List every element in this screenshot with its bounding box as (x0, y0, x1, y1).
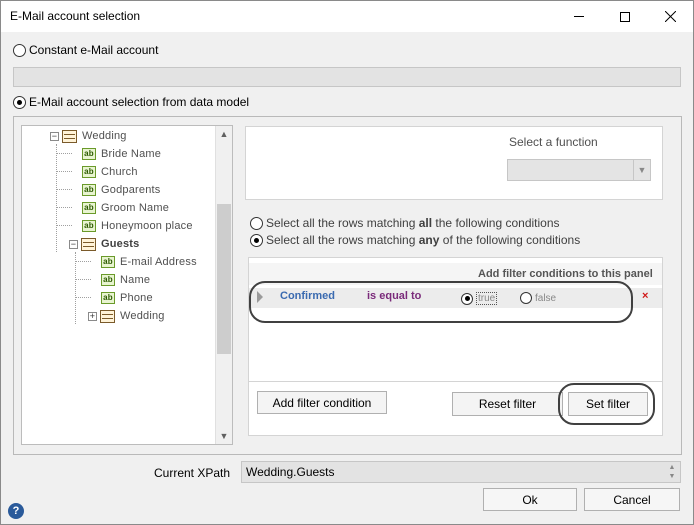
tree-item-name[interactable]: ab Name (101, 271, 150, 289)
tree-guide-line (56, 153, 72, 154)
tree-item-email-address[interactable]: ab E-mail Address (101, 253, 197, 271)
tree-item-label: Guests (101, 238, 140, 250)
table-icon (62, 129, 77, 143)
tree-item-label: Church (101, 166, 138, 178)
tree-guide-line (75, 279, 91, 280)
match-all-text-end: the following conditions (432, 216, 560, 230)
table-icon (81, 237, 96, 251)
ab-field-icon: ab (82, 220, 96, 232)
match-any-text: Select all the rows matching (266, 233, 419, 247)
chevron-down-icon[interactable]: ▼ (633, 160, 650, 180)
tree-item-bride-name[interactable]: ab Bride Name (82, 145, 161, 163)
ab-field-icon: ab (101, 292, 115, 304)
reset-filter-button[interactable]: Reset filter (452, 392, 563, 416)
constant-account-label: Constant e-Mail account (29, 43, 159, 57)
tree-guide-line (75, 252, 76, 324)
expand-icon[interactable]: + (88, 311, 97, 321)
tree-item-groom-name[interactable]: ab Groom Name (82, 199, 169, 217)
tree-guide-line (56, 171, 72, 172)
match-all-keyword: all (418, 216, 433, 230)
tree-guide-line (56, 189, 72, 190)
scroll-thumb[interactable] (217, 204, 231, 354)
maximize-icon (620, 11, 630, 22)
data-model-tree[interactable]: − Wedding ab Bride Name ab Church ab God… (21, 125, 233, 445)
match-any-radio[interactable]: Select all the rows matching any of the … (250, 233, 580, 247)
match-all-text: Select all the rows matching (266, 216, 419, 230)
set-filter-highlight-oval (558, 383, 655, 425)
tree-item-phone[interactable]: ab Phone (101, 289, 153, 307)
tree-guide-line (56, 144, 57, 252)
tree-item-label: Name (120, 274, 151, 286)
match-any-keyword: any (418, 233, 440, 247)
tree-item-label: Honeymoon place (101, 220, 193, 232)
table-icon (100, 309, 115, 323)
maximize-button[interactable] (602, 1, 648, 32)
ab-field-icon: ab (82, 202, 96, 214)
match-all-label: Select all the rows matching all the fol… (266, 216, 560, 230)
constant-account-input[interactable] (13, 67, 681, 87)
filter-panel-header: Add filter conditions to this panel (478, 268, 653, 280)
tree-scrollbar[interactable]: ▲ ▼ (215, 126, 232, 444)
match-any-text-end: of the following conditions (439, 233, 581, 247)
tree-item-wedding-nested[interactable]: + Wedding (88, 307, 165, 325)
ab-field-icon: ab (101, 274, 115, 286)
xpath-field[interactable]: Wedding.Guests ▲ ▼ (241, 461, 681, 483)
tree-guide-line (75, 297, 91, 298)
minimize-button[interactable] (556, 1, 602, 32)
tree-guide-line (56, 225, 72, 226)
tree-item-godparents[interactable]: ab Godparents (82, 181, 160, 199)
tree-item-label: E-mail Address (120, 256, 197, 268)
constant-account-radio-circle[interactable] (13, 43, 26, 57)
from-model-radio-circle[interactable] (13, 95, 26, 109)
window-title: E-Mail account selection (10, 9, 141, 23)
condition-highlight-oval (249, 281, 633, 323)
from-model-radio[interactable]: E-Mail account selection from data model (13, 95, 249, 109)
title-bar: E-Mail account selection (1, 1, 693, 32)
match-any-label: Select all the rows matching any of the … (266, 233, 580, 247)
help-icon[interactable]: ? (8, 503, 24, 519)
constant-account-radio[interactable]: Constant e-Mail account (13, 43, 158, 57)
tree-item-label: Groom Name (101, 202, 170, 214)
ab-field-icon: ab (82, 148, 96, 160)
tree-item-label: Wedding (82, 130, 127, 142)
tree-item-guests[interactable]: − Guests (69, 235, 140, 253)
tree-item-label: Phone (120, 292, 153, 304)
spin-icon: ▲ ▼ (668, 464, 676, 480)
tree-guide-line (75, 261, 91, 262)
ab-field-icon: ab (101, 256, 115, 268)
ab-field-icon: ab (82, 166, 96, 178)
ok-button[interactable]: Ok (483, 488, 577, 511)
tree-item-church[interactable]: ab Church (82, 163, 138, 181)
tree-guide-line (56, 207, 72, 208)
tree-item-label: Godparents (101, 184, 161, 196)
function-label: Select a function (509, 135, 598, 149)
close-button[interactable] (647, 1, 693, 32)
tree-item-honeymoon-place[interactable]: ab Honeymoon place (82, 217, 193, 235)
delete-condition-icon[interactable]: × (642, 290, 648, 302)
collapse-icon[interactable]: − (69, 239, 78, 249)
function-select[interactable]: ▼ (507, 159, 651, 181)
scroll-up-icon[interactable]: ▲ (216, 126, 232, 142)
scroll-down-icon[interactable]: ▼ (216, 428, 232, 444)
tree-item-wedding[interactable]: − Wedding (50, 127, 127, 145)
ab-field-icon: ab (82, 184, 96, 196)
close-icon (664, 11, 676, 22)
tree-item-label: Wedding (120, 310, 165, 322)
match-any-radio-circle[interactable] (250, 233, 263, 247)
tree-item-label: Bride Name (101, 148, 162, 160)
match-all-radio-circle[interactable] (250, 216, 263, 230)
minimize-icon (574, 16, 584, 17)
add-filter-condition-button[interactable]: Add filter condition (257, 391, 387, 414)
xpath-label: Current XPath (154, 466, 231, 480)
cancel-button[interactable]: Cancel (584, 488, 680, 511)
match-all-radio[interactable]: Select all the rows matching all the fol… (250, 216, 560, 230)
xpath-value: Wedding.Guests (246, 465, 335, 479)
collapse-icon[interactable]: − (50, 131, 59, 141)
from-model-label: E-Mail account selection from data model (29, 95, 250, 109)
